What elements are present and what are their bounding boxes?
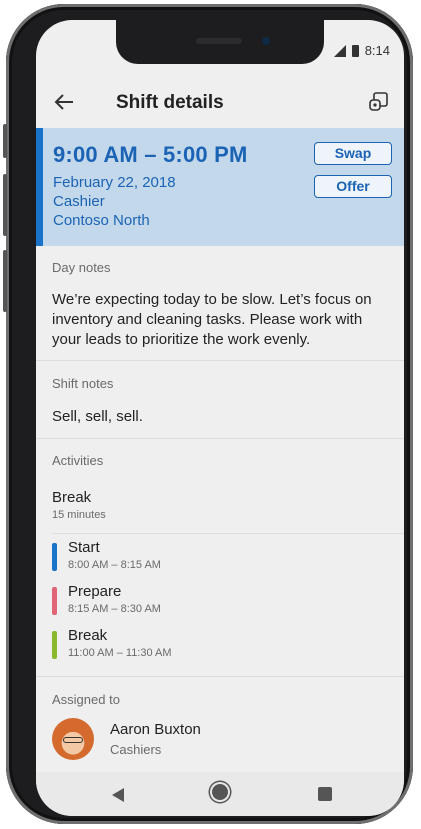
activity-name: Start xyxy=(68,539,100,556)
android-nav-bar xyxy=(36,772,404,816)
activity-summary-name: Break xyxy=(52,489,92,506)
shift-date: February 22, 2018 xyxy=(53,174,176,191)
front-camera xyxy=(262,37,270,45)
phone-frame: 8:14 Shift details 9:00 AM – 5:00 PM Feb… xyxy=(3,4,413,824)
divider xyxy=(36,360,404,361)
nav-recents-icon[interactable] xyxy=(318,787,332,801)
activity-name: Prepare xyxy=(68,583,122,600)
activity-time: 11:00 AM – 11:30 AM xyxy=(68,647,172,659)
activity-time: 8:00 AM – 8:15 AM xyxy=(68,559,161,571)
shift-time-range: 9:00 AM – 5:00 PM xyxy=(53,142,248,167)
phone-side-button xyxy=(3,124,7,158)
activity-name: Break xyxy=(68,627,108,644)
avatar[interactable] xyxy=(52,718,94,760)
phone-side-button xyxy=(3,174,7,236)
activity-color-bar xyxy=(52,631,57,659)
divider xyxy=(36,438,404,439)
shift-notes-label: Shift notes xyxy=(52,376,114,391)
status-bar: 8:14 xyxy=(333,43,390,58)
screen: 8:14 Shift details 9:00 AM – 5:00 PM Feb… xyxy=(36,20,404,816)
assigned-to-label: Assigned to xyxy=(52,692,120,707)
activity-time: 8:15 AM – 8:30 AM xyxy=(68,603,161,615)
assignee-team: Cashiers xyxy=(110,742,162,757)
activity-summary-duration: 15 minutes xyxy=(52,509,106,521)
nav-home-icon[interactable] xyxy=(212,784,228,800)
speaker xyxy=(196,38,242,44)
day-notes-text: We’re expecting today to be slow. Let’s … xyxy=(52,291,372,348)
page-title: Shift details xyxy=(116,92,224,113)
back-arrow-icon[interactable] xyxy=(52,90,76,114)
assignee-name[interactable]: Aaron Buxton xyxy=(110,721,201,738)
signal-icon xyxy=(333,44,346,57)
app-bar: Shift details xyxy=(36,76,404,128)
offer-button[interactable]: Offer xyxy=(314,175,392,198)
shift-notes-text: Sell, sell, sell. xyxy=(52,408,143,425)
divider xyxy=(52,533,404,534)
swap-button[interactable]: Swap xyxy=(314,142,392,165)
status-time: 8:14 xyxy=(364,43,390,58)
shift-location: Contoso North xyxy=(53,212,150,229)
phone-side-button xyxy=(3,250,7,312)
shift-role: Cashier xyxy=(53,193,105,210)
activity-color-bar xyxy=(52,543,57,571)
activities-label: Activities xyxy=(52,453,104,468)
share-shift-icon[interactable] xyxy=(368,91,390,113)
battery-icon xyxy=(351,44,359,57)
nav-back-icon[interactable] xyxy=(112,788,124,802)
divider xyxy=(36,676,404,677)
notch xyxy=(116,20,324,64)
activity-color-bar xyxy=(52,587,57,615)
shift-summary-card: 9:00 AM – 5:00 PM February 22, 2018 Cash… xyxy=(36,128,404,246)
day-notes-label: Day notes xyxy=(52,260,111,275)
glasses-icon xyxy=(63,737,83,743)
